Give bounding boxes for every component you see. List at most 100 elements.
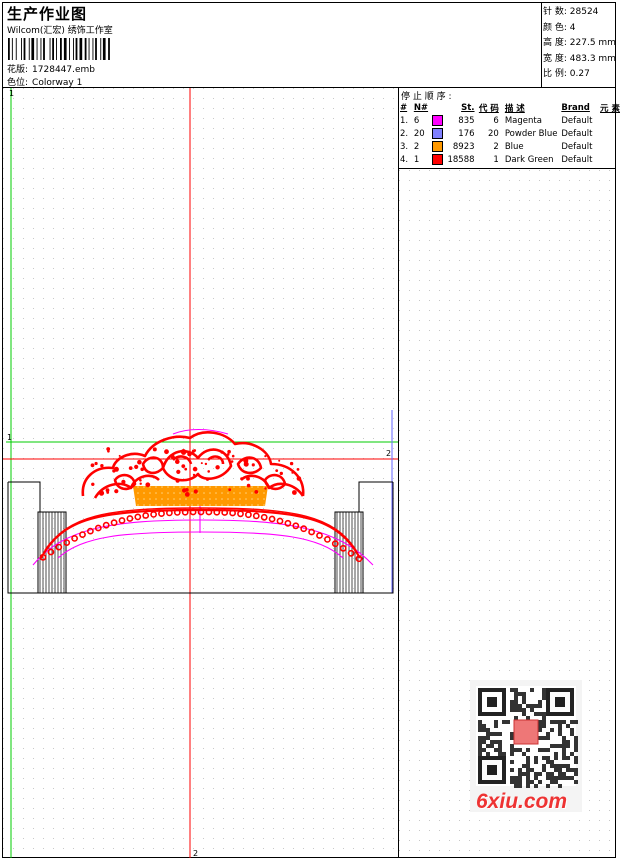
qr-cell xyxy=(482,728,486,732)
floral-detail xyxy=(140,467,144,472)
qr-cell xyxy=(538,720,542,724)
qr-cell xyxy=(514,692,518,696)
qr-cell xyxy=(530,688,534,692)
qr-cell xyxy=(514,780,518,784)
qr-cell xyxy=(550,764,554,768)
qr-cell xyxy=(546,772,550,776)
floral-detail xyxy=(176,469,181,474)
marker-2-right: 2 xyxy=(386,449,391,458)
floral-detail xyxy=(187,451,192,457)
qr-cell xyxy=(518,780,522,784)
floral-detail xyxy=(193,489,198,494)
qr-cell xyxy=(538,712,542,716)
page-title: 生产作业图 xyxy=(7,5,88,23)
qr-cell xyxy=(574,760,578,764)
qr-cell xyxy=(514,708,518,712)
qr-cell xyxy=(498,748,502,752)
qr-cell xyxy=(546,756,550,760)
qr-cell xyxy=(542,716,546,720)
floral-detail xyxy=(107,450,110,453)
qr-cell xyxy=(530,708,534,712)
qr-cell xyxy=(562,756,566,760)
floral-detail xyxy=(184,467,188,471)
hatch-left xyxy=(37,511,67,594)
floral-detail xyxy=(278,459,281,462)
qr-cell xyxy=(558,784,562,788)
qr-cell xyxy=(534,776,538,780)
qr-cell xyxy=(562,720,566,724)
qr-cell xyxy=(534,756,538,760)
qr-cell xyxy=(478,728,482,732)
stat-scale: 比 例: 0.27 xyxy=(543,69,590,79)
qr-cell xyxy=(550,720,554,724)
qr-cell xyxy=(562,772,566,776)
floral-detail xyxy=(145,482,151,488)
col-num: # xyxy=(400,102,408,113)
floral-detail xyxy=(94,461,98,466)
qr-cell xyxy=(490,744,494,748)
qr-cell xyxy=(526,704,530,708)
qr-cell xyxy=(518,772,522,776)
floral-detail xyxy=(192,466,198,472)
qr-cell xyxy=(546,760,550,764)
qr-cell xyxy=(494,740,498,744)
marker-1-mid: 1 xyxy=(7,433,12,442)
qr-cell xyxy=(570,732,574,736)
qr-cell xyxy=(510,748,514,752)
floral-detail xyxy=(205,477,210,481)
qr-cell xyxy=(558,764,562,768)
floral-detail xyxy=(134,464,139,469)
qr-cell xyxy=(498,740,502,744)
qr-cell xyxy=(554,768,558,772)
qr-cell xyxy=(510,732,514,736)
qr-cell xyxy=(514,704,518,708)
qr-cell xyxy=(550,744,554,748)
qr-cell xyxy=(498,752,502,756)
qr-cell xyxy=(526,776,530,780)
qr-cell xyxy=(486,736,490,740)
qr-cell xyxy=(538,704,542,708)
floral-detail xyxy=(100,464,104,468)
floral-detail xyxy=(164,449,169,455)
floral-detail xyxy=(240,477,244,481)
qr-cell xyxy=(518,748,522,752)
floral-detail xyxy=(275,469,279,472)
qr-cell xyxy=(530,768,534,772)
qr-cell xyxy=(510,700,514,704)
qr-cell xyxy=(490,740,494,744)
qr-cell xyxy=(510,768,514,772)
design-label: 花版: xyxy=(7,65,29,75)
floral-detail xyxy=(137,459,142,465)
qr-cell xyxy=(546,776,550,780)
qr-cell xyxy=(542,712,546,716)
qr-cell xyxy=(510,752,514,756)
qr-cell xyxy=(574,720,578,724)
qr-cell xyxy=(478,720,482,724)
qr-cell xyxy=(574,740,578,744)
color-swatch xyxy=(432,154,444,165)
floral-detail xyxy=(220,450,224,454)
qr-cell xyxy=(566,768,570,772)
qr-cell xyxy=(530,704,534,708)
color-swatch xyxy=(432,115,444,126)
floral-detail xyxy=(182,488,187,493)
qr-cell xyxy=(538,728,542,732)
stat-colors: 颜 色: 4 xyxy=(543,22,576,33)
qr-cell xyxy=(478,740,482,744)
qr-cell xyxy=(518,776,522,780)
floral-detail xyxy=(128,466,133,470)
qr-cell xyxy=(550,760,554,764)
qr-cell xyxy=(510,780,514,784)
qr-cell xyxy=(574,748,578,752)
qr-cell xyxy=(526,764,530,768)
barcode-icon xyxy=(8,38,110,60)
qr-cell xyxy=(558,732,562,736)
floral-detail xyxy=(112,469,116,473)
color-swatch xyxy=(432,128,444,139)
qr-cell xyxy=(554,764,558,768)
floral-detail xyxy=(296,468,300,471)
floral-detail xyxy=(121,479,126,484)
col-desc: 描 述 xyxy=(504,103,525,114)
qr-cell xyxy=(574,756,578,760)
qr-cell xyxy=(542,696,546,700)
